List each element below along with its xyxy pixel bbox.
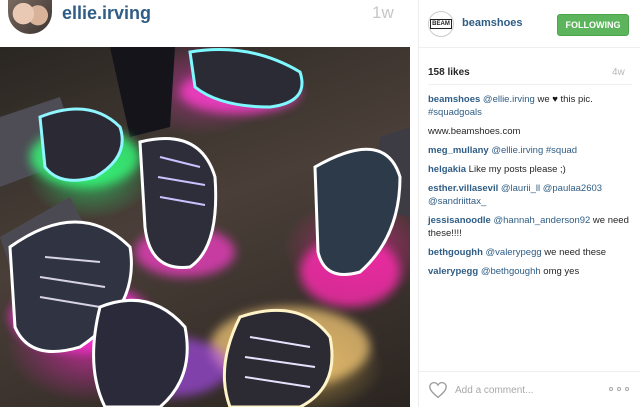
comment-hashtag[interactable]: #squad [546, 145, 577, 156]
comment-row: www.beamshoes.com [428, 125, 634, 138]
comment-mention[interactable]: @hannah_anderson92 [493, 215, 590, 226]
comment-username[interactable]: helgakia [428, 164, 466, 175]
author-username[interactable]: beamshoes [462, 17, 523, 29]
panel-header: BEAM beamshoes FOLLOWING [419, 0, 640, 48]
caption-text: this pic. [560, 94, 593, 105]
caption-text: we [537, 94, 550, 105]
comment-text: www.beamshoes.com [428, 126, 521, 137]
caption: beamshoes @ellie.irving we ♥ this pic. #… [428, 93, 634, 119]
comment-username[interactable]: esther.villasevil [428, 183, 498, 194]
comment-panel: BEAM beamshoes FOLLOWING 158 likes 4w be… [418, 0, 640, 407]
heart-outline-icon[interactable] [428, 381, 448, 399]
following-button[interactable]: FOLLOWING [557, 14, 629, 36]
comment-username[interactable]: jessisanoodle [428, 215, 491, 226]
comment-mention[interactable]: @bethgoughh [481, 266, 541, 277]
feed-timestamp: 1w [372, 3, 394, 22]
comment-mention[interactable]: @laurii_ll [501, 183, 540, 194]
likes-count[interactable]: 158 likes [428, 67, 470, 78]
feed-post-header: ellie.irving 1w [0, 0, 410, 47]
comment-username[interactable]: meg_mullany [428, 145, 489, 156]
divider [428, 84, 632, 85]
post-age: 4w [612, 67, 625, 78]
comment-text: omg yes [540, 266, 580, 277]
comment-list: beamshoes @ellie.irving we ♥ this pic. #… [428, 93, 634, 284]
comment-row: jessisanoodle @hannah_anderson92 we need… [428, 214, 634, 240]
comment-text: Like my posts please ;) [468, 164, 566, 175]
brand-logo: BEAM [430, 19, 452, 29]
comment-row: valerypegg @bethgoughh omg yes [428, 265, 634, 278]
comment-mention[interactable]: @valerypegg [486, 247, 542, 258]
comment-mention[interactable]: @paulaa2603 [543, 183, 602, 194]
heart-icon: ♥ [552, 94, 558, 105]
comment-mention[interactable]: @ellie.irving [491, 145, 543, 156]
feed-username[interactable]: ellie.irving [62, 3, 151, 24]
caption-username[interactable]: beamshoes [428, 94, 480, 105]
avatar[interactable]: BEAM [428, 11, 454, 37]
comment-mention[interactable]: @sandriittax_ [428, 196, 486, 207]
comment-input[interactable] [455, 381, 595, 399]
comment-text: we need these [541, 247, 607, 258]
comment-username[interactable]: bethgoughh [428, 247, 483, 258]
comment-row: bethgoughh @valerypegg we need these [428, 246, 634, 259]
caption-hashtag[interactable]: #squadgoals [428, 107, 482, 118]
comment-row: meg_mullany @ellie.irving #squad [428, 144, 634, 157]
more-options-icon[interactable] [609, 383, 633, 395]
comment-row: esther.villasevil @laurii_ll @paulaa2603… [428, 182, 634, 208]
comment-bar [419, 371, 640, 407]
post-photo[interactable] [0, 47, 410, 407]
comment-username[interactable]: valerypegg [428, 266, 478, 277]
light-up-shoes-image [0, 47, 410, 407]
comment-row: helgakia Like my posts please ;) [428, 163, 634, 176]
avatar[interactable] [8, 0, 52, 34]
caption-mention[interactable]: @ellie.irving [483, 94, 535, 105]
